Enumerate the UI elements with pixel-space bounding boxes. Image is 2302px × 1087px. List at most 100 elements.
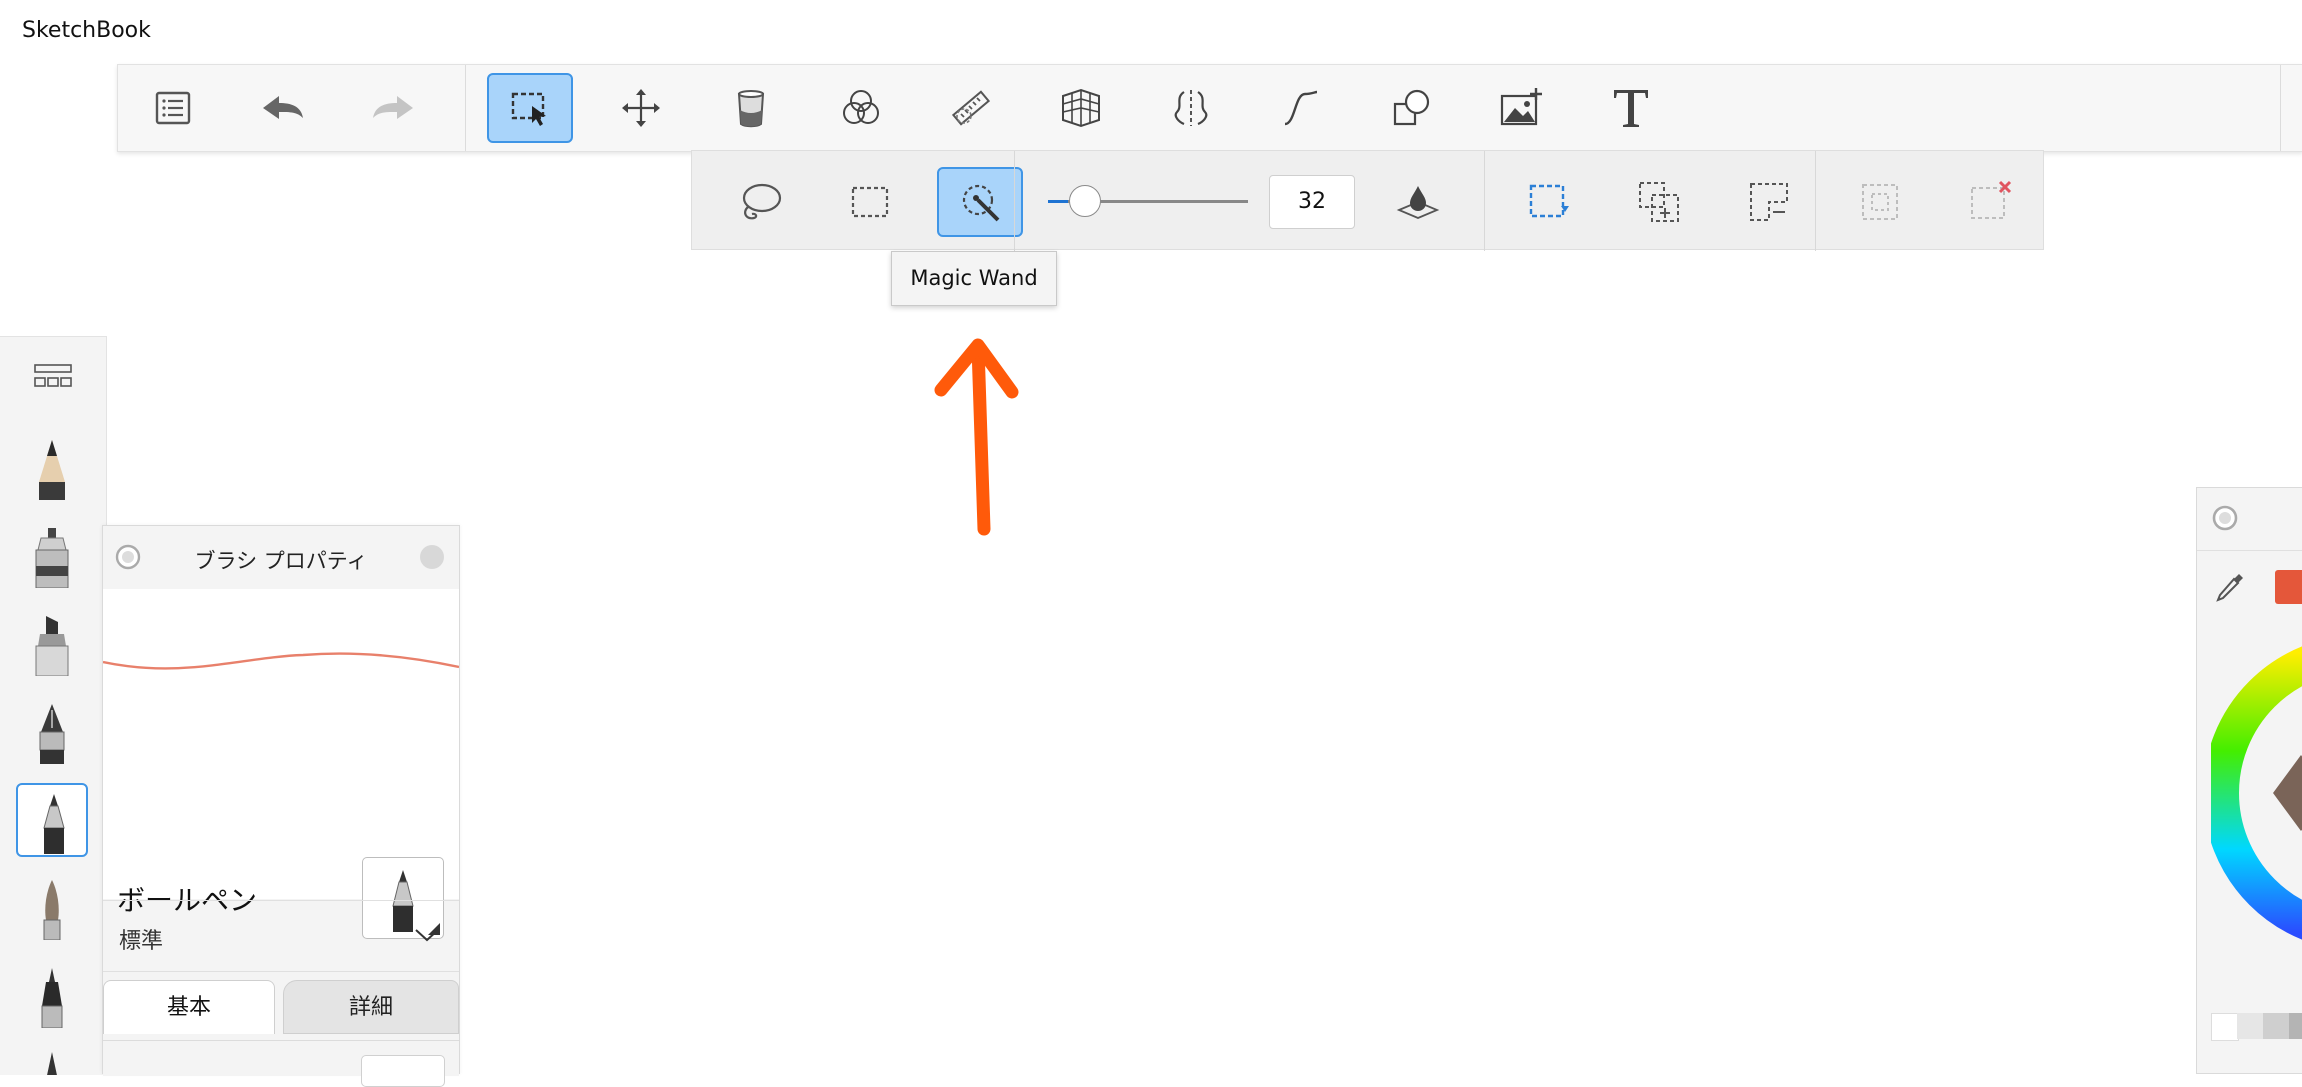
- tolerance-input[interactable]: 32: [1269, 175, 1355, 229]
- add-selection-button[interactable]: [1616, 167, 1702, 237]
- opacity-button[interactable]: [1375, 167, 1461, 237]
- fill-button[interactable]: [708, 73, 794, 143]
- rectangle-select-button[interactable]: [827, 167, 913, 237]
- brush-ballpoint-pen[interactable]: [16, 783, 88, 857]
- selection-tool-button[interactable]: [487, 73, 573, 143]
- pencil-icon: [39, 440, 65, 500]
- rectangle-select-icon: [851, 186, 889, 218]
- gray-swatch[interactable]: [2211, 1013, 2239, 1041]
- magic-wand-button[interactable]: [937, 167, 1023, 237]
- current-color-swatch[interactable]: [2275, 570, 2302, 604]
- tolerance-slider-thumb[interactable]: [1069, 185, 1101, 217]
- symmetry-button[interactable]: [1148, 73, 1234, 143]
- undo-icon: [263, 96, 303, 119]
- chevron-down-icon: [415, 929, 439, 942]
- color-panel: [2196, 487, 2302, 1074]
- app-title: SketchBook: [22, 18, 151, 43]
- stroke-preview-curve: [102, 652, 460, 670]
- tolerance-slider-fill: [1048, 200, 1068, 203]
- fill-bucket-icon: [737, 90, 765, 128]
- lasso-icon: [742, 183, 782, 220]
- panel-close-icon[interactable]: [419, 544, 445, 570]
- toolbar-divider: [1484, 151, 1485, 251]
- color-panel-divider: [2197, 550, 2302, 551]
- gray-swatch[interactable]: [2263, 1013, 2289, 1039]
- main-toolbar: [117, 64, 2302, 152]
- lasso-select-button[interactable]: [717, 167, 803, 237]
- ruler-icon: [951, 90, 991, 126]
- list-icon: [155, 91, 191, 125]
- transform-button[interactable]: [598, 73, 684, 143]
- brush-palette: [0, 336, 107, 1075]
- brush-panel-title: ブラシ プロパティ: [194, 549, 368, 573]
- eyedropper-icon[interactable]: [2213, 570, 2247, 604]
- blend-circles-icon: [843, 90, 879, 124]
- opacity-drop-icon: [1396, 186, 1440, 219]
- toolbar-divider: [465, 65, 466, 151]
- redo-icon: [373, 96, 413, 119]
- brush-properties-panel: ブラシ プロパティ ボールペン 標準 基本 詳細: [102, 525, 460, 1087]
- brush-preset-dropdown[interactable]: 標準: [103, 900, 459, 972]
- stroke-curve-button[interactable]: [1258, 73, 1344, 143]
- selection-tool-icon: [511, 92, 546, 126]
- color-wheel[interactable]: [2211, 643, 2302, 943]
- brush-stroke-preview: ボールペン: [102, 589, 460, 939]
- new-selection-button[interactable]: [1506, 167, 1592, 237]
- brush-inking-pen[interactable]: [16, 519, 88, 593]
- brush-tabs: 基本 詳細: [103, 970, 459, 1040]
- brush-tip[interactable]: [16, 1043, 88, 1075]
- shapes-icon: [1393, 89, 1430, 126]
- panel-pin-icon[interactable]: [2211, 504, 2239, 532]
- menu-button[interactable]: [130, 73, 216, 143]
- brush-settings-area: [103, 1040, 459, 1087]
- undo-button[interactable]: [240, 73, 326, 143]
- gray-swatch[interactable]: [2237, 1013, 2263, 1039]
- magic-wand-icon: [962, 184, 1000, 222]
- magic-wand-tooltip: Magic Wand: [891, 251, 1057, 306]
- text-button[interactable]: [1588, 73, 1674, 143]
- symmetry-icon: [1174, 90, 1208, 126]
- invert-selection-button[interactable]: [1837, 167, 1923, 237]
- soft-brush-icon: [43, 880, 61, 940]
- clear-selection-button[interactable]: [1947, 167, 2033, 237]
- brush-technical-pen[interactable]: [16, 959, 88, 1033]
- text-tool-icon: [1614, 90, 1648, 127]
- perspective-grid-icon: [1062, 88, 1100, 128]
- brush-tip-icon: [47, 1052, 57, 1075]
- add-image-icon: [1500, 88, 1542, 126]
- toolbar-divider: [1014, 151, 1015, 251]
- shapes-button[interactable]: [1368, 73, 1454, 143]
- marker-icon: [35, 616, 69, 676]
- brush-marker[interactable]: [16, 607, 88, 681]
- add-image-button[interactable]: [1478, 73, 1564, 143]
- tab-basic[interactable]: 基本: [103, 980, 275, 1034]
- brush-soft[interactable]: [16, 871, 88, 945]
- add-to-selection-icon: [1639, 182, 1679, 222]
- new-selection-icon: [1529, 184, 1569, 218]
- transform-move-icon: [622, 89, 660, 127]
- brush-panel-header[interactable]: ブラシ プロパティ: [103, 526, 459, 589]
- technical-pen-icon: [41, 968, 63, 1028]
- redo-button[interactable]: [350, 73, 436, 143]
- invert-selection-icon: [1862, 184, 1898, 220]
- toolbar-divider: [1815, 151, 1816, 251]
- fountain-pen-icon: [39, 704, 65, 764]
- preset-label: 標準: [119, 929, 164, 954]
- subtract-selection-button[interactable]: [1726, 167, 1812, 237]
- inking-pen-icon: [35, 528, 69, 588]
- gray-swatch[interactable]: [2289, 1013, 2302, 1039]
- title-bar: SketchBook: [0, 0, 2302, 62]
- brush-library-grid-icon[interactable]: [34, 364, 72, 392]
- brush-setting-field[interactable]: [361, 1055, 445, 1087]
- clear-selection-icon: [1971, 180, 2012, 219]
- annotation-arrow-icon: [934, 338, 1019, 536]
- brush-fountain-pen[interactable]: [16, 695, 88, 769]
- selection-toolbar: 32: [691, 150, 2044, 251]
- blend-button[interactable]: [818, 73, 904, 143]
- subtract-selection-icon: [1750, 183, 1788, 221]
- tab-advanced[interactable]: 詳細: [283, 980, 459, 1034]
- ruler-button[interactable]: [928, 73, 1014, 143]
- toolbar-divider: [2280, 65, 2281, 151]
- perspective-button[interactable]: [1038, 73, 1124, 143]
- brush-pencil[interactable]: [16, 431, 88, 505]
